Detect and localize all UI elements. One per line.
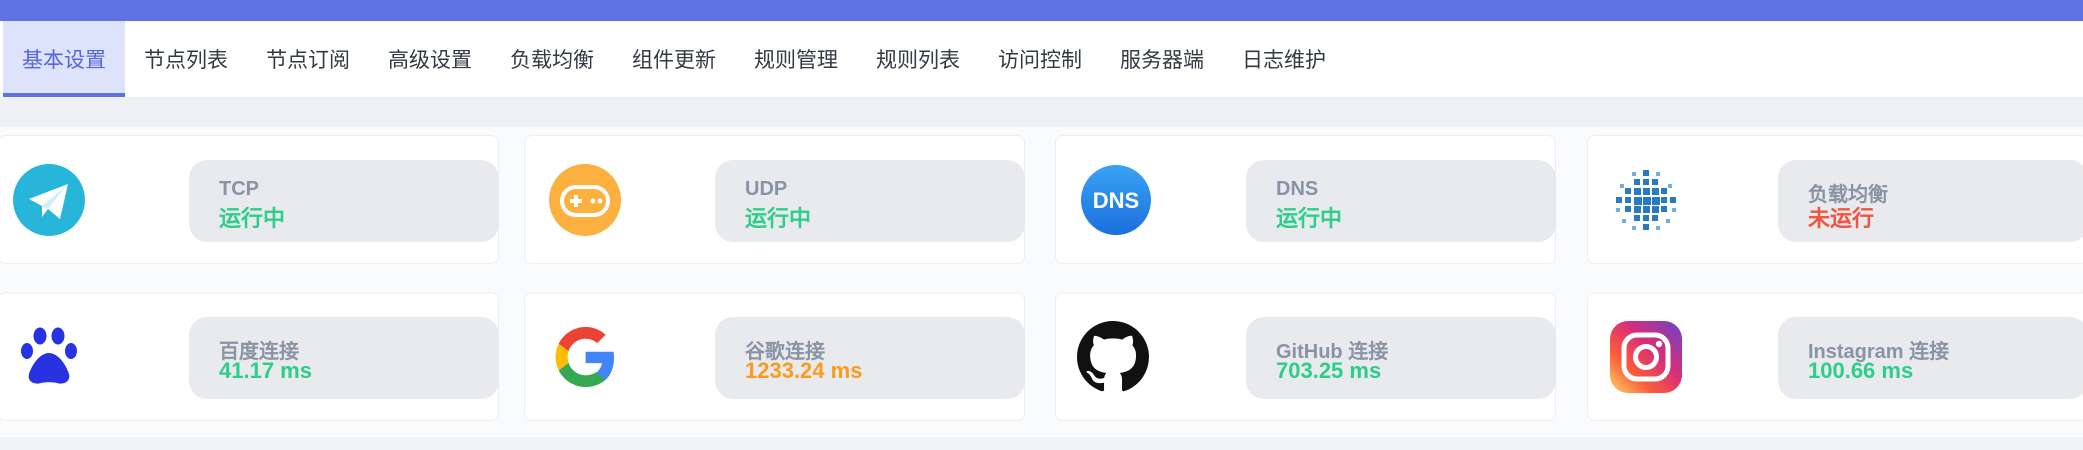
dns-icon: DNS — [1080, 164, 1152, 236]
dns-label: DNS — [1276, 178, 1319, 200]
github-latency-value: 703.25 ms — [1276, 358, 1382, 383]
tab-advanced-settings[interactable]: 高级设置 — [369, 21, 491, 97]
tcp-status-pill: TCP 运行中 — [189, 160, 499, 242]
baidu-latency-value: 41.17 ms — [219, 358, 312, 383]
tab-node-list[interactable]: 节点列表 — [125, 21, 247, 97]
google-latency-value: 1233.24 ms — [745, 358, 863, 383]
telegram-icon — [13, 164, 85, 236]
tab-log-maintenance[interactable]: 日志维护 — [1223, 21, 1345, 97]
tab-load-balance[interactable]: 负载均衡 — [491, 21, 613, 97]
instagram-latency-pill: Instagram 连接 100.66 ms — [1778, 317, 2083, 399]
github-latency-card: GitHub 连接 703.25 ms — [1055, 292, 1556, 421]
tcp-label: TCP — [219, 178, 259, 200]
tab-rule-list[interactable]: 规则列表 — [857, 21, 979, 97]
balance-status-value: 未运行 — [1808, 206, 1875, 231]
instagram-latency-card: Instagram 连接 100.66 ms — [1587, 292, 2083, 421]
tab-basic-settings[interactable]: 基本设置 — [3, 21, 125, 97]
tab-rule-manage[interactable]: 规则管理 — [735, 21, 857, 97]
balance-status-pill: 负载均衡 未运行 — [1778, 160, 2083, 242]
google-icon — [549, 321, 621, 393]
dns-status-pill: DNS 运行中 — [1246, 160, 1556, 242]
gamepad-icon — [549, 164, 621, 236]
balance-status-card: 负载均衡 未运行 — [1587, 135, 2083, 264]
dns-status-card: DNS DNS 运行中 — [1055, 135, 1556, 264]
udp-status-pill: UDP 运行中 — [715, 160, 1025, 242]
tcp-status-card: TCP 运行中 — [0, 135, 499, 264]
google-latency-card: 谷歌连接 1233.24 ms — [524, 292, 1025, 421]
tab-access-control[interactable]: 访问控制 — [979, 21, 1101, 97]
udp-status-value: 运行中 — [745, 206, 812, 231]
tab-bar: 基本设置 节点列表 节点订阅 高级设置 负载均衡 组件更新 规则管理 规则列表 … — [0, 21, 2083, 97]
svg-text:DNS: DNS — [1093, 188, 1139, 213]
baidu-latency-card: 百度连接 41.17 ms — [0, 292, 499, 421]
udp-status-card: UDP 运行中 — [524, 135, 1025, 264]
tab-component-update[interactable]: 组件更新 — [613, 21, 735, 97]
google-latency-pill: 谷歌连接 1233.24 ms — [715, 317, 1025, 399]
load-balance-icon — [1610, 164, 1682, 236]
instagram-icon — [1610, 321, 1682, 393]
dns-status-value: 运行中 — [1276, 206, 1343, 231]
tab-server[interactable]: 服务器端 — [1101, 21, 1223, 97]
tcp-status-value: 运行中 — [219, 206, 286, 231]
tab-node-subscribe[interactable]: 节点订阅 — [247, 21, 369, 97]
udp-label: UDP — [745, 178, 788, 200]
baidu-latency-pill: 百度连接 41.17 ms — [189, 317, 499, 399]
github-latency-pill: GitHub 连接 703.25 ms — [1246, 317, 1556, 399]
top-bar — [0, 0, 2083, 21]
main-content: TCP 运行中 UDP 运行中 DNS DNS 运行中 负载均衡 未运行 百度连… — [0, 97, 2083, 450]
baidu-paw-icon — [13, 321, 85, 393]
instagram-latency-value: 100.66 ms — [1808, 358, 1914, 383]
github-icon — [1077, 321, 1149, 393]
status-panel: TCP 运行中 UDP 运行中 DNS DNS 运行中 负载均衡 未运行 百度连… — [0, 127, 2083, 437]
